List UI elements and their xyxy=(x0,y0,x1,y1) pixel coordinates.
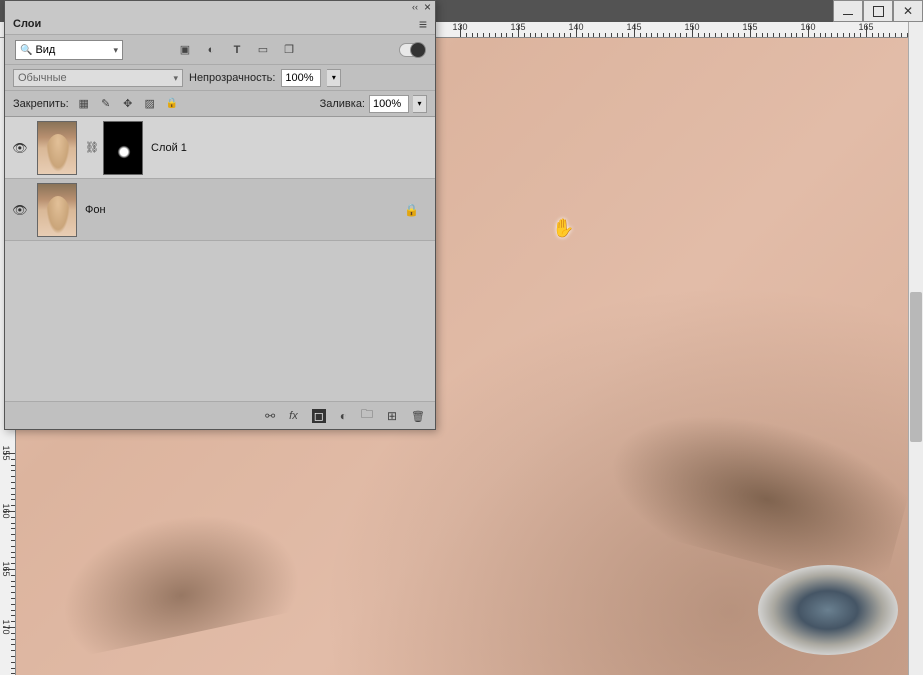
ruler-label: 140 xyxy=(568,22,583,32)
adjustment-filter-icon[interactable] xyxy=(203,42,219,58)
blend-row: Обычные Непрозрачность: 100% xyxy=(5,65,435,91)
ruler-label: 155 xyxy=(742,22,757,32)
link-icon[interactable]: ⛓ xyxy=(85,141,95,154)
maximize-button[interactable] xyxy=(863,0,893,22)
panel-footer: fx xyxy=(5,401,435,429)
search-icon xyxy=(20,44,35,56)
blend-mode-select[interactable]: Обычные xyxy=(13,69,183,87)
panel-close-icon[interactable] xyxy=(424,0,431,14)
chevron-down-icon xyxy=(173,72,178,84)
lock-icons xyxy=(77,97,179,111)
lock-brush-icon[interactable] xyxy=(99,97,113,111)
new-layer-icon[interactable] xyxy=(387,409,397,423)
chevron-down-icon xyxy=(113,44,118,56)
lock-position-icon[interactable] xyxy=(121,97,135,111)
fill-label: Заливка: xyxy=(320,98,365,110)
ruler-label: 160 xyxy=(1,503,11,518)
adjustment-layer-icon[interactable] xyxy=(340,409,347,423)
fill-input[interactable]: 100% xyxy=(369,95,409,113)
fill-value: 100% xyxy=(373,98,401,110)
minimize-button[interactable] xyxy=(833,0,863,22)
lock-pixels-icon[interactable] xyxy=(77,97,91,111)
vertical-scrollbar[interactable] xyxy=(908,22,923,675)
ruler-label: 160 xyxy=(800,22,815,32)
add-mask-icon[interactable] xyxy=(312,409,326,423)
pixel-filter-icon[interactable] xyxy=(177,42,193,58)
opacity-label: Непрозрачность: xyxy=(189,72,275,84)
ruler-label: 170 xyxy=(1,619,11,634)
filter-icons xyxy=(177,42,297,58)
smartobject-filter-icon[interactable] xyxy=(281,42,297,58)
canvas-image xyxy=(758,565,898,655)
filter-type-select[interactable]: Вид xyxy=(15,40,123,60)
opacity-dropdown-icon[interactable] xyxy=(327,69,341,87)
filter-toggle[interactable] xyxy=(399,43,425,57)
close-button[interactable] xyxy=(893,0,923,22)
lock-all-icon[interactable] xyxy=(165,97,179,111)
ruler-label: 135 xyxy=(510,22,525,32)
ruler-label: 165 xyxy=(858,22,873,32)
ruler-label: 145 xyxy=(626,22,641,32)
ruler-label: 155 xyxy=(1,445,11,460)
group-icon[interactable] xyxy=(361,405,373,426)
layer-mask-thumbnail[interactable] xyxy=(103,121,143,175)
layer-filter-row: Вид xyxy=(5,35,435,65)
layer-name[interactable]: Слой 1 xyxy=(151,142,187,154)
layer-thumbnail[interactable] xyxy=(37,183,77,237)
layer-row[interactable]: ⛓ Слой 1 xyxy=(5,117,435,179)
layers-panel: Слои Вид Обычные Непрозрачность: 100% За… xyxy=(4,0,436,430)
ruler-label: 165 xyxy=(1,561,11,576)
scrollbar-thumb[interactable] xyxy=(910,292,922,442)
panel-menu-icon[interactable] xyxy=(419,16,427,32)
fill-dropdown-icon[interactable] xyxy=(413,95,427,113)
lock-label: Закрепить: xyxy=(13,98,69,110)
shape-filter-icon[interactable] xyxy=(255,42,271,58)
filter-type-value: Вид xyxy=(35,44,55,56)
layer-thumbnail[interactable] xyxy=(37,121,77,175)
lock-artboard-icon[interactable] xyxy=(143,97,157,111)
layers-tab[interactable]: Слои xyxy=(13,18,41,30)
fx-icon[interactable]: fx xyxy=(289,410,298,422)
panel-top-bar xyxy=(5,1,435,13)
collapse-icon[interactable] xyxy=(412,1,418,13)
layer-name[interactable]: Фон xyxy=(85,204,106,216)
window-controls xyxy=(833,0,923,22)
visibility-icon[interactable] xyxy=(12,203,27,217)
text-filter-icon[interactable] xyxy=(229,42,245,58)
ruler-label: 150 xyxy=(684,22,699,32)
delete-layer-icon[interactable] xyxy=(411,409,425,423)
panel-empty-area xyxy=(5,241,435,401)
panel-tab-row: Слои xyxy=(5,13,435,35)
link-layers-icon[interactable] xyxy=(265,409,275,423)
opacity-input[interactable]: 100% xyxy=(281,69,321,87)
ruler-label: 130 xyxy=(452,22,467,32)
visibility-icon[interactable] xyxy=(12,141,27,155)
lock-row: Закрепить: Заливка: 100% xyxy=(5,91,435,117)
opacity-value: 100% xyxy=(285,72,313,84)
layer-list: ⛓ Слой 1 Фон 🔒 xyxy=(5,117,435,241)
blend-mode-value: Обычные xyxy=(18,72,67,84)
layer-row[interactable]: Фон 🔒 xyxy=(5,179,435,241)
lock-icon: 🔒 xyxy=(404,203,419,217)
